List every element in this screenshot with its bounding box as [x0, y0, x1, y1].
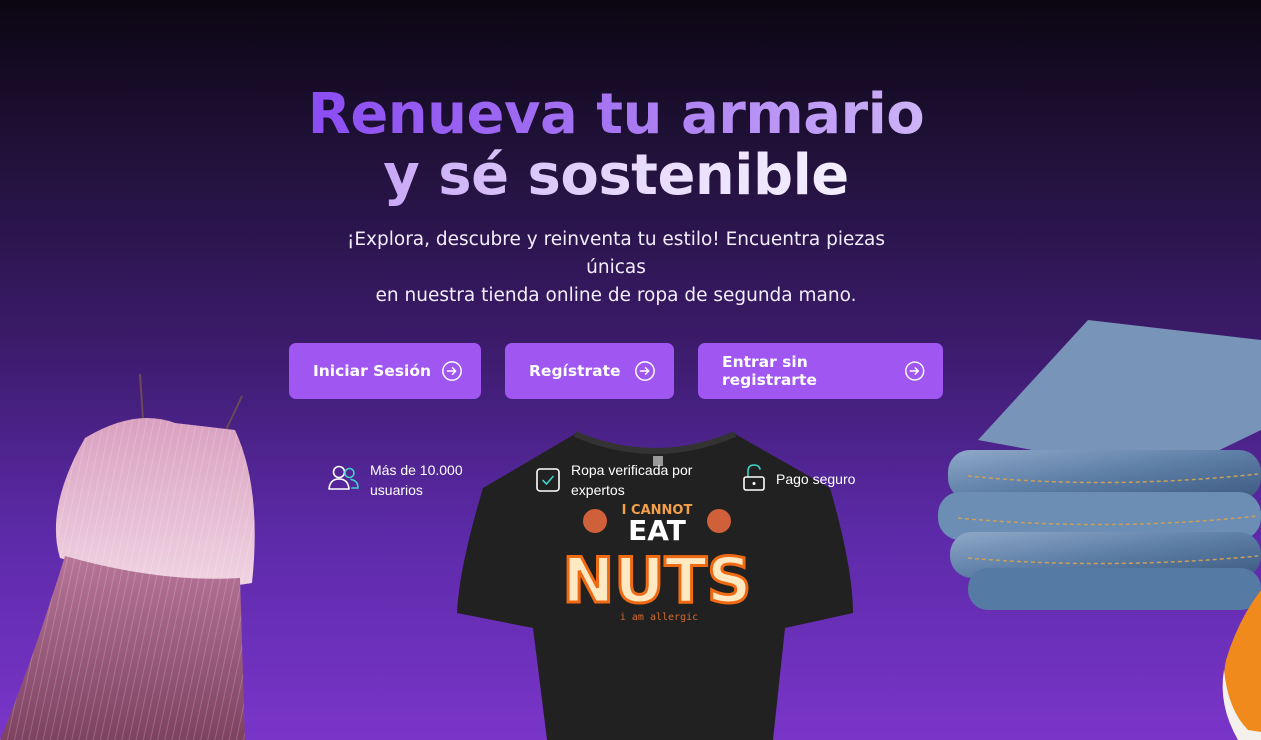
tshirt-print-mid: EAT: [628, 514, 686, 547]
feature-users-text: Más de 10.000 usuarios: [370, 460, 463, 500]
hero-subtitle: ¡Explora, descubre y reinventa tu estilo…: [316, 226, 916, 310]
feature-verified-line2: expertos: [571, 482, 625, 498]
register-button-label: Regístrate: [529, 362, 621, 380]
arrow-circle-right-icon: [442, 361, 462, 381]
hero-subtitle-line1: ¡Explora, descubre y reinventa tu estilo…: [346, 229, 886, 278]
feature-users: Más de 10.000 usuarios: [326, 460, 463, 500]
hero-title-line2: y sé sostenible: [383, 143, 849, 208]
tshirt-print-small: i am allergic: [620, 612, 698, 623]
feature-secure-payment-line1: Pago seguro: [776, 471, 856, 487]
feature-users-line1: Más de 10.000: [370, 462, 463, 478]
arrow-circle-right-icon: [635, 361, 655, 381]
sneaker-image: [1222, 590, 1261, 740]
feature-verified-text: Ropa verificada por expertos: [571, 460, 692, 500]
hero-subtitle-line2: en nuestra tienda online de ropa de segu…: [375, 285, 857, 306]
jeans-image: [938, 320, 1261, 610]
feature-secure-payment: Pago seguro: [742, 460, 855, 494]
feature-users-line2: usuarios: [370, 482, 423, 498]
feature-secure-payment-text: Pago seguro: [776, 460, 855, 489]
login-button-label: Iniciar Sesión: [313, 362, 432, 380]
guest-entry-button[interactable]: Entrar sin registrarte: [698, 343, 943, 399]
feature-verified-line1: Ropa verificada por: [571, 462, 693, 478]
arrow-circle-right-icon: [904, 361, 924, 381]
login-button[interactable]: Iniciar Sesión: [289, 343, 481, 399]
feature-verified: Ropa verificada por expertos: [535, 460, 692, 500]
register-button[interactable]: Regístrate: [505, 343, 674, 399]
dress-image: [0, 373, 255, 740]
hero-title: Renueva tu armario y sé sostenible: [0, 84, 1232, 206]
hero-title-line1: Renueva tu armario: [307, 82, 925, 147]
guest-entry-button-label: Entrar sin registrarte: [722, 353, 817, 389]
users-icon: [328, 465, 359, 490]
tshirt-print-big: NUTS: [562, 544, 751, 617]
unlock-icon: [743, 464, 765, 491]
check-square-icon: [536, 468, 560, 492]
